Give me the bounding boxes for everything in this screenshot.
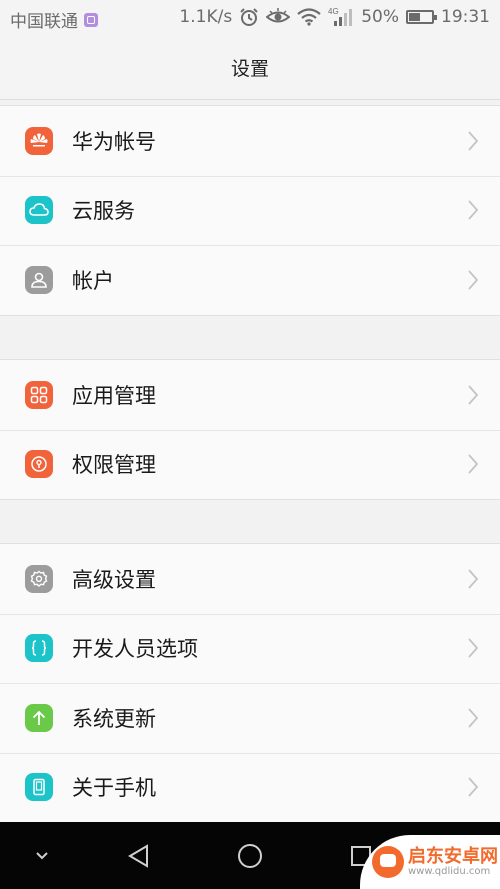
settings-item-permission-management[interactable]: 权限管理 xyxy=(0,429,500,500)
clock: 19:31 xyxy=(441,7,490,27)
settings-item-label: 高级设置 xyxy=(72,567,156,592)
watermark: 启东安卓网 www.qdlidu.com xyxy=(360,835,500,889)
settings-item-label: 开发人员选项 xyxy=(72,637,198,662)
update-icon xyxy=(25,703,53,732)
chevron-right-icon xyxy=(468,131,479,151)
chevron-right-icon xyxy=(468,454,479,474)
battery-percent: 50% xyxy=(361,7,399,27)
settings-item-system-update[interactable]: 系统更新 xyxy=(0,683,500,753)
collapse-icon[interactable] xyxy=(25,839,59,873)
chevron-right-icon xyxy=(468,569,479,589)
chevron-right-icon xyxy=(468,270,479,290)
settings-item-advanced-settings[interactable]: 高级设置 xyxy=(0,544,500,614)
chevron-right-icon xyxy=(468,708,479,728)
watermark-name: 启东安卓网 xyxy=(408,845,498,867)
settings-item-about-phone[interactable]: 关于手机 xyxy=(0,752,500,823)
alarm-icon xyxy=(239,7,259,27)
settings-group-management: 应用管理 权限管理 xyxy=(0,359,500,500)
settings-item-huawei-account[interactable]: 华为帐号 xyxy=(0,106,500,176)
carrier-name: 中国联通 xyxy=(10,12,78,32)
home-icon[interactable] xyxy=(233,839,267,873)
status-bar: 中国联通 1.1K/s 4G 50% 19:31 xyxy=(0,0,500,36)
settings-item-label: 权限管理 xyxy=(72,453,156,478)
eye-icon xyxy=(266,8,291,26)
chevron-right-icon xyxy=(468,385,479,405)
settings-item-label: 应用管理 xyxy=(72,383,156,408)
status-left: 中国联通 xyxy=(10,7,98,32)
phone-icon xyxy=(25,773,53,802)
settings-item-cloud-service[interactable]: 云服务 xyxy=(0,175,500,246)
settings-screen: 中国联通 1.1K/s 4G 50% 19:31 设置 华为帐号 云服务 帐户 … xyxy=(0,0,500,889)
permission-icon xyxy=(25,450,53,479)
settings-item-label: 关于手机 xyxy=(72,776,156,801)
settings-item-app-management[interactable]: 应用管理 xyxy=(0,360,500,430)
watermark-logo-icon xyxy=(372,846,404,878)
navigation-bar: 启东安卓网 www.qdlidu.com xyxy=(0,822,500,889)
page-title: 设置 xyxy=(230,58,269,80)
braces-icon xyxy=(25,634,53,663)
title-bar: 设置 xyxy=(0,36,500,100)
wifi-icon xyxy=(297,8,321,26)
settings-item-label: 云服务 xyxy=(72,199,135,224)
account-icon xyxy=(25,265,53,294)
chevron-right-icon xyxy=(468,200,479,220)
chevron-right-icon xyxy=(468,777,479,797)
apps-icon xyxy=(25,380,53,409)
settings-item-developer-options[interactable]: 开发人员选项 xyxy=(0,613,500,684)
chevron-right-icon xyxy=(468,638,479,658)
battery-fill xyxy=(409,13,420,21)
settings-group-account: 华为帐号 云服务 帐户 xyxy=(0,105,500,316)
settings-item-label: 华为帐号 xyxy=(72,129,156,154)
watermark-url: www.qdlidu.com xyxy=(408,866,491,878)
huawei-icon xyxy=(25,126,53,155)
settings-item-label: 系统更新 xyxy=(72,706,156,731)
watermark-text: 启东安卓网 www.qdlidu.com xyxy=(408,845,498,878)
network-speed: 1.1K/s xyxy=(179,7,233,27)
gear-icon xyxy=(25,564,53,593)
status-right: 1.1K/s 4G 50% 19:31 xyxy=(179,6,490,28)
settings-group-system: 高级设置 开发人员选项 系统更新 关于手机 xyxy=(0,543,500,823)
cloud-icon xyxy=(25,196,53,225)
signal-icon: 4G xyxy=(328,6,354,28)
back-icon[interactable] xyxy=(122,839,156,873)
settings-item-account[interactable]: 帐户 xyxy=(0,245,500,315)
network-type: 4G xyxy=(328,7,339,16)
sim-icon xyxy=(84,12,98,27)
settings-item-label: 帐户 xyxy=(72,268,114,293)
battery-icon xyxy=(406,10,437,24)
